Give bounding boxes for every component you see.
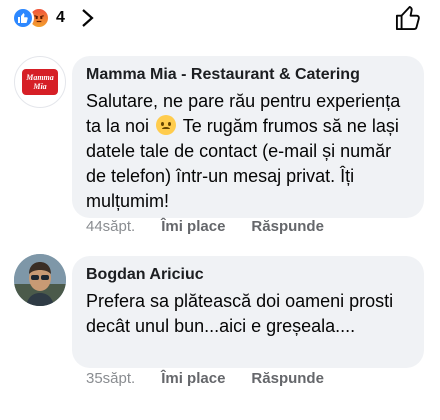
avatar[interactable]: Mamma Mia	[14, 56, 66, 108]
comment-timestamp[interactable]: 35săpt.	[86, 370, 135, 387]
comment-bubble: Bogdan Ariciuc Prefera sa plătească doi …	[72, 256, 424, 368]
reply-button[interactable]: Răspunde	[251, 218, 324, 235]
like-comment-button[interactable]: Îmi place	[161, 370, 225, 387]
thumbs-up-icon[interactable]	[394, 4, 422, 32]
comment-meta: 44săpt. Îmi place Răspunde	[86, 218, 324, 235]
comment-bubble: Mamma Mia - Restaurant & Catering Saluta…	[72, 56, 424, 218]
disappointed-face-icon	[156, 115, 177, 135]
reply-button[interactable]: Răspunde	[251, 370, 324, 387]
comment-meta: 35săpt. Îmi place Răspunde	[86, 370, 324, 387]
chevron-right-icon[interactable]	[80, 8, 96, 28]
reaction-bar: 4	[0, 0, 440, 40]
comment-author[interactable]: Mamma Mia - Restaurant & Catering	[86, 65, 410, 85]
comment-timestamp[interactable]: 44săpt.	[86, 218, 135, 235]
avatar[interactable]	[14, 254, 66, 306]
comment-text: Prefera sa plătească doi oameni prosti d…	[86, 291, 394, 336]
comment-author[interactable]: Bogdan Ariciuc	[86, 265, 410, 285]
reaction-count: 4	[56, 9, 65, 26]
reaction-summary[interactable]: 4	[12, 6, 65, 30]
like-icon	[12, 7, 34, 29]
comment-text: Salutare, ne pare rău pentru experiența …	[86, 89, 410, 214]
brand-logo: Mamma Mia	[22, 69, 58, 95]
like-comment-button[interactable]: Îmi place	[161, 218, 225, 235]
